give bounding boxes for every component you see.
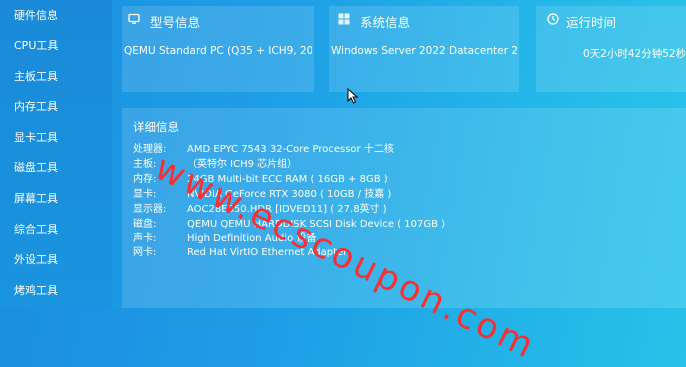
sidebar-item-motherboard-tools[interactable]: 主板工具 — [0, 65, 112, 89]
sidebar-item-stress-tools[interactable]: 烤鸡工具 — [0, 279, 112, 303]
sidebar-item-gpu-tools[interactable]: 显卡工具 — [0, 126, 112, 150]
model-info-value-clip: QEMU Standard PC (Q35 + ICH9, 2009) — [124, 45, 312, 61]
detail-label: 主板: — [133, 159, 157, 170]
sidebar: 硬件信息 CPU工具 主板工具 内存工具 显卡工具 磁盘工具 屏幕工具 综合工具… — [0, 0, 112, 308]
sidebar-item-memory-tools[interactable]: 内存工具 — [0, 95, 112, 119]
sidebar-item-peripheral-tools[interactable]: 外设工具 — [0, 248, 112, 272]
monitor-icon — [128, 13, 140, 24]
detail-title: 详细信息 — [133, 120, 179, 134]
clock-icon — [547, 13, 559, 25]
sidebar-item-hardware-info[interactable]: 硬件信息 — [0, 4, 112, 28]
system-info-title: 系统信息 — [360, 15, 411, 30]
detail-label: 显示器: — [133, 204, 167, 215]
windows-icon — [338, 13, 350, 25]
system-info-value: Windows Server 2022 Datacenter 21H2 — [331, 45, 517, 57]
detail-label: 网卡: — [133, 247, 157, 258]
uptime-value: 0天2小时42分钟52秒 — [583, 48, 686, 60]
model-info-value: QEMU Standard PC (Q35 + ICH9, 2009) — [124, 45, 312, 57]
mouse-cursor-icon — [347, 88, 359, 104]
detail-value: AMD EPYC 7543 32-Core Processor 十二核 — [187, 144, 394, 155]
sidebar-item-cpu-tools[interactable]: CPU工具 — [0, 34, 112, 58]
model-info-title: 型号信息 — [150, 15, 201, 30]
uptime-title: 运行时间 — [566, 15, 617, 30]
detail-label: 显卡: — [133, 189, 157, 200]
sidebar-item-screen-tools[interactable]: 屏幕工具 — [0, 187, 112, 211]
sidebar-item-general-tools[interactable]: 综合工具 — [0, 218, 112, 242]
sidebar-item-disk-tools[interactable]: 磁盘工具 — [0, 156, 112, 180]
system-info-value-clip: Windows Server 2022 Datacenter 21H2 — [331, 45, 517, 61]
